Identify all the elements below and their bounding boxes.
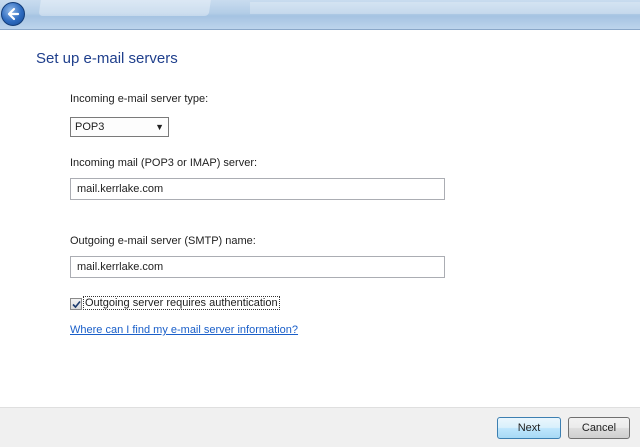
server-info-help-link[interactable]: Where can I find my e-mail server inform… [70, 324, 298, 336]
dropdown-arrow-icon: ▼ [155, 122, 164, 132]
outgoing-server-value: mail.kerrlake.com [77, 261, 164, 273]
checkmark-icon [72, 300, 81, 309]
outgoing-server-input[interactable]: mail.kerrlake.com [70, 256, 445, 278]
auth-checkbox-label[interactable]: Outgoing server requires authentication [83, 296, 280, 310]
auth-checkbox[interactable] [70, 298, 82, 310]
incoming-type-label: Incoming e-mail server type: [70, 93, 209, 105]
page-title: Set up e-mail servers [36, 50, 178, 67]
back-arrow-icon [7, 7, 20, 21]
incoming-server-label: Incoming mail (POP3 or IMAP) server: [70, 157, 258, 169]
outgoing-server-label: Outgoing e-mail server (SMTP) name: [70, 235, 256, 247]
back-button[interactable] [1, 2, 25, 26]
title-bar-glass [250, 2, 640, 14]
incoming-type-value: POP3 [75, 121, 105, 133]
next-button[interactable]: Next [497, 417, 561, 439]
wizard-footer: Next Cancel [0, 407, 640, 447]
cancel-button[interactable]: Cancel [568, 417, 630, 439]
title-bar [0, 0, 640, 30]
incoming-type-select[interactable]: POP3 ▼ [70, 117, 169, 137]
title-bar-glass [38, 0, 212, 16]
incoming-server-value: mail.kerrlake.com [77, 183, 164, 195]
incoming-server-input[interactable]: mail.kerrlake.com [70, 178, 445, 200]
